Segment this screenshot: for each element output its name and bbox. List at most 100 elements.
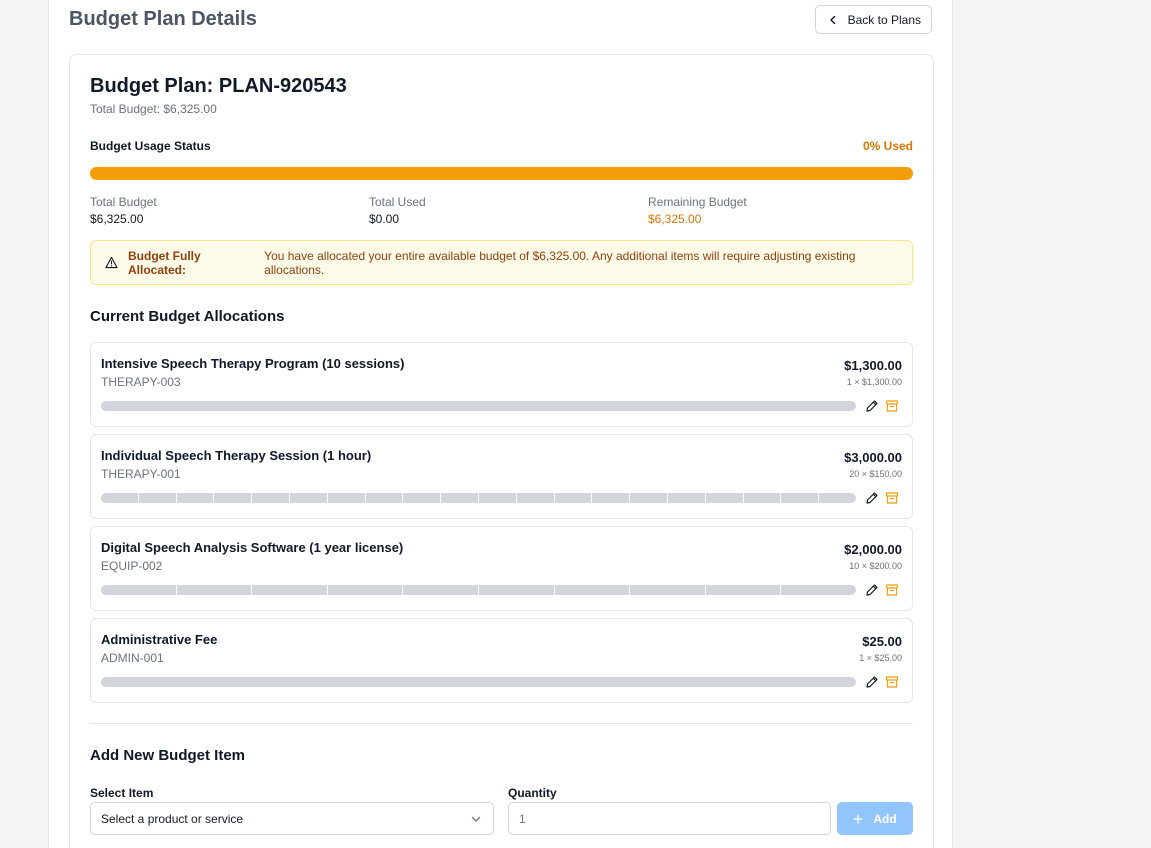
warning-triangle-icon	[105, 256, 118, 269]
back-to-plans-label: Back to Plans	[847, 12, 921, 27]
allocation-code: EQUIP-002	[101, 559, 163, 573]
allocation-unit-segment	[781, 585, 856, 595]
archive-icon[interactable]	[885, 399, 899, 413]
allocation-unit-segment	[478, 493, 516, 503]
allocations-title: Current Budget Allocations	[90, 308, 285, 325]
allocation-unit-segment	[630, 493, 667, 503]
plus-icon	[853, 813, 863, 824]
page-container: Budget Plan Details Back to Plans Budget…	[48, 0, 953, 848]
stat-label: Total Used	[369, 195, 426, 209]
allocation-unit-segment	[667, 493, 705, 503]
allocation-calc: 1 × $1,300.00	[846, 377, 902, 387]
stat-value: $6,325.00	[90, 212, 144, 226]
allocation-unit-segment	[101, 585, 176, 595]
allocation-name: Individual Speech Therapy Session (1 hou…	[101, 448, 372, 463]
pencil-icon[interactable]	[865, 399, 879, 413]
chevron-down-icon	[471, 816, 481, 822]
allocation-total: $2,000.00	[844, 542, 902, 557]
allocation-item: Intensive Speech Therapy Program (10 ses…	[90, 342, 913, 427]
stat-label: Remaining Budget	[648, 195, 747, 209]
allocation-unit-segment	[252, 493, 289, 503]
allocation-unit-segment	[101, 401, 856, 411]
allocation-unit-segment	[101, 493, 138, 503]
alert-title: Budget Fully Allocated:	[128, 248, 201, 277]
allocation-unit-segment	[327, 585, 403, 595]
archive-icon[interactable]	[885, 491, 899, 505]
allocation-item: Individual Speech Therapy Session (1 hou…	[90, 434, 913, 519]
allocation-unit-segment	[516, 493, 554, 503]
allocation-usage-bar	[101, 401, 856, 411]
allocation-unit-segment	[403, 493, 441, 503]
pencil-icon[interactable]	[865, 491, 879, 505]
allocation-total: $1,300.00	[844, 358, 902, 373]
stat-remaining-budget: Remaining Budget $6,325.00	[648, 195, 747, 226]
plan-total-budget: Total Budget: $6,325.00	[90, 102, 217, 116]
allocation-calc: 20 × $150.00	[849, 469, 902, 479]
allocation-unit-segment	[327, 493, 365, 503]
allocation-name: Intensive Speech Therapy Program (10 ses…	[101, 356, 405, 371]
allocation-name: Digital Speech Analysis Software (1 year…	[101, 540, 404, 555]
stat-total-budget: Total Budget $6,325.00	[90, 195, 157, 226]
budget-allocated-alert: Budget Fully Allocated: You have allocat…	[90, 240, 913, 285]
allocation-unit-segment	[743, 493, 781, 503]
quantity-input[interactable]	[508, 802, 831, 835]
select-item-label: Select Item	[90, 786, 154, 800]
allocation-unit-segment	[176, 585, 252, 595]
allocation-unit-segment	[176, 493, 214, 503]
plan-title: Budget Plan: PLAN-920543	[90, 75, 347, 97]
budget-plan-card: Budget Plan: PLAN-920543 Total Budget: $…	[69, 54, 934, 848]
allocation-total: $25.00	[862, 634, 902, 649]
stat-value: $6,325.00	[648, 212, 702, 226]
usage-percent: 0% Used	[862, 139, 913, 153]
allocation-calc: 10 × $200.00	[849, 561, 902, 571]
section-divider	[90, 723, 913, 724]
allocation-unit-segment	[101, 677, 856, 687]
archive-icon[interactable]	[885, 583, 899, 597]
allocation-unit-segment	[630, 585, 705, 595]
allocation-unit-segment	[478, 585, 554, 595]
allocation-unit-segment	[252, 585, 327, 595]
usage-status-label: Budget Usage Status	[90, 139, 211, 153]
stat-total-used: Total Used $0.00	[369, 195, 426, 226]
stat-label: Total Budget	[90, 195, 157, 209]
allocation-unit-segment	[214, 493, 252, 503]
page-title: Budget Plan Details	[69, 8, 257, 30]
allocation-unit-segment	[819, 493, 856, 503]
allocation-unit-segment	[592, 493, 630, 503]
add-item-button[interactable]: Add	[837, 802, 913, 835]
pencil-icon[interactable]	[865, 583, 879, 597]
back-to-plans-button[interactable]: Back to Plans	[814, 5, 932, 34]
allocation-unit-segment	[441, 493, 478, 503]
allocation-usage-bar	[101, 585, 856, 595]
allocation-calc: 1 × $25.00	[859, 653, 902, 663]
allocation-code: THERAPY-001	[101, 467, 181, 481]
usage-progress-bar	[90, 167, 913, 180]
quantity-label: Quantity	[508, 786, 557, 800]
allocation-code: THERAPY-003	[101, 375, 181, 389]
allocation-usage-bar	[101, 677, 856, 687]
allocation-item: Administrative Fee ADMIN-001 $25.00 1 × …	[90, 618, 913, 703]
allocation-unit-segment	[138, 493, 176, 503]
allocation-item: Digital Speech Analysis Software (1 year…	[90, 526, 913, 611]
product-select-value: Select a product or service	[101, 811, 244, 826]
alert-message: You have allocated your entire available…	[264, 248, 856, 277]
stat-value: $0.00	[369, 212, 400, 226]
pencil-icon[interactable]	[865, 675, 879, 689]
add-item-title: Add New Budget Item	[90, 747, 246, 764]
archive-icon[interactable]	[885, 675, 899, 689]
allocation-code: ADMIN-001	[101, 651, 164, 665]
allocation-unit-segment	[705, 585, 781, 595]
add-item-label: Add	[873, 811, 897, 826]
chevron-left-icon	[829, 15, 835, 24]
allocation-unit-segment	[554, 493, 592, 503]
allocation-name: Administrative Fee	[101, 632, 218, 647]
allocation-unit-segment	[403, 585, 478, 595]
product-select[interactable]: Select a product or service	[90, 802, 494, 835]
allocation-unit-segment	[781, 493, 819, 503]
allocation-unit-segment	[289, 493, 327, 503]
allocation-usage-bar	[101, 493, 856, 503]
allocation-unit-segment	[705, 493, 743, 503]
allocation-total: $3,000.00	[844, 450, 902, 465]
allocation-unit-segment	[365, 493, 403, 503]
allocation-unit-segment	[554, 585, 630, 595]
